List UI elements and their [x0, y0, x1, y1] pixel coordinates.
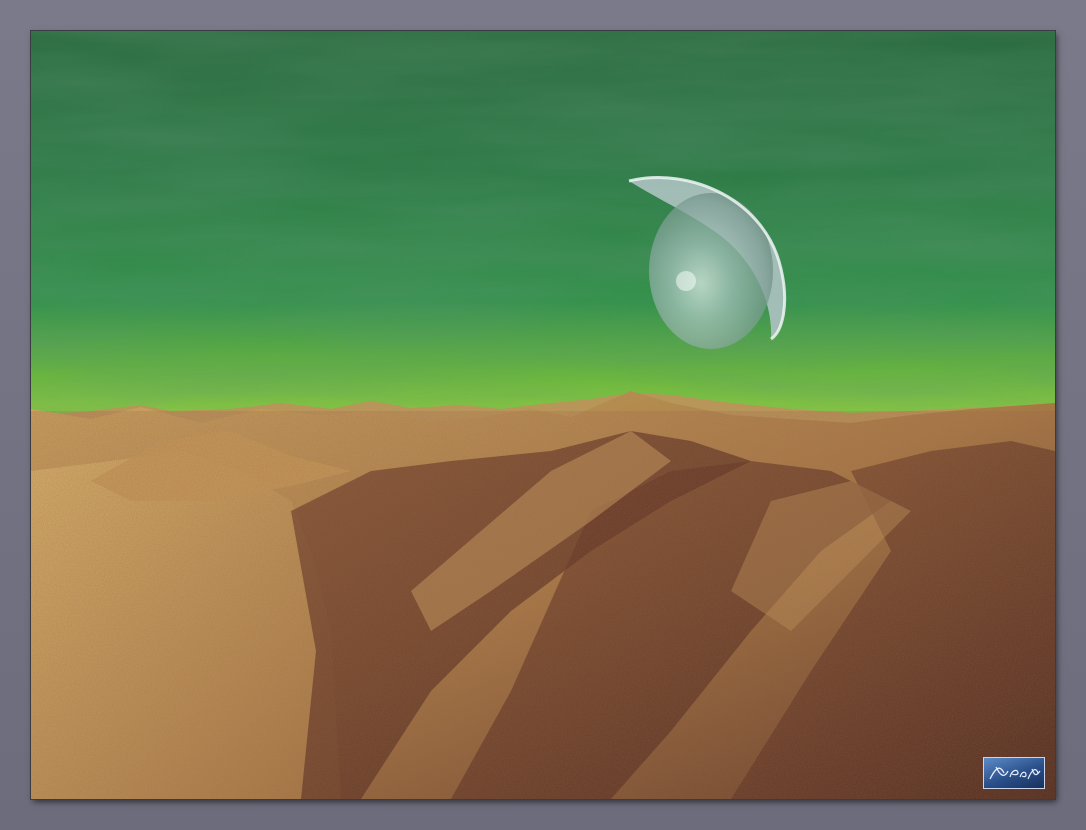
sky-clouds	[31, 31, 1055, 421]
signature-logo-icon	[983, 757, 1045, 789]
landscape-image	[31, 31, 1055, 799]
terrain-texture	[31, 411, 1055, 799]
